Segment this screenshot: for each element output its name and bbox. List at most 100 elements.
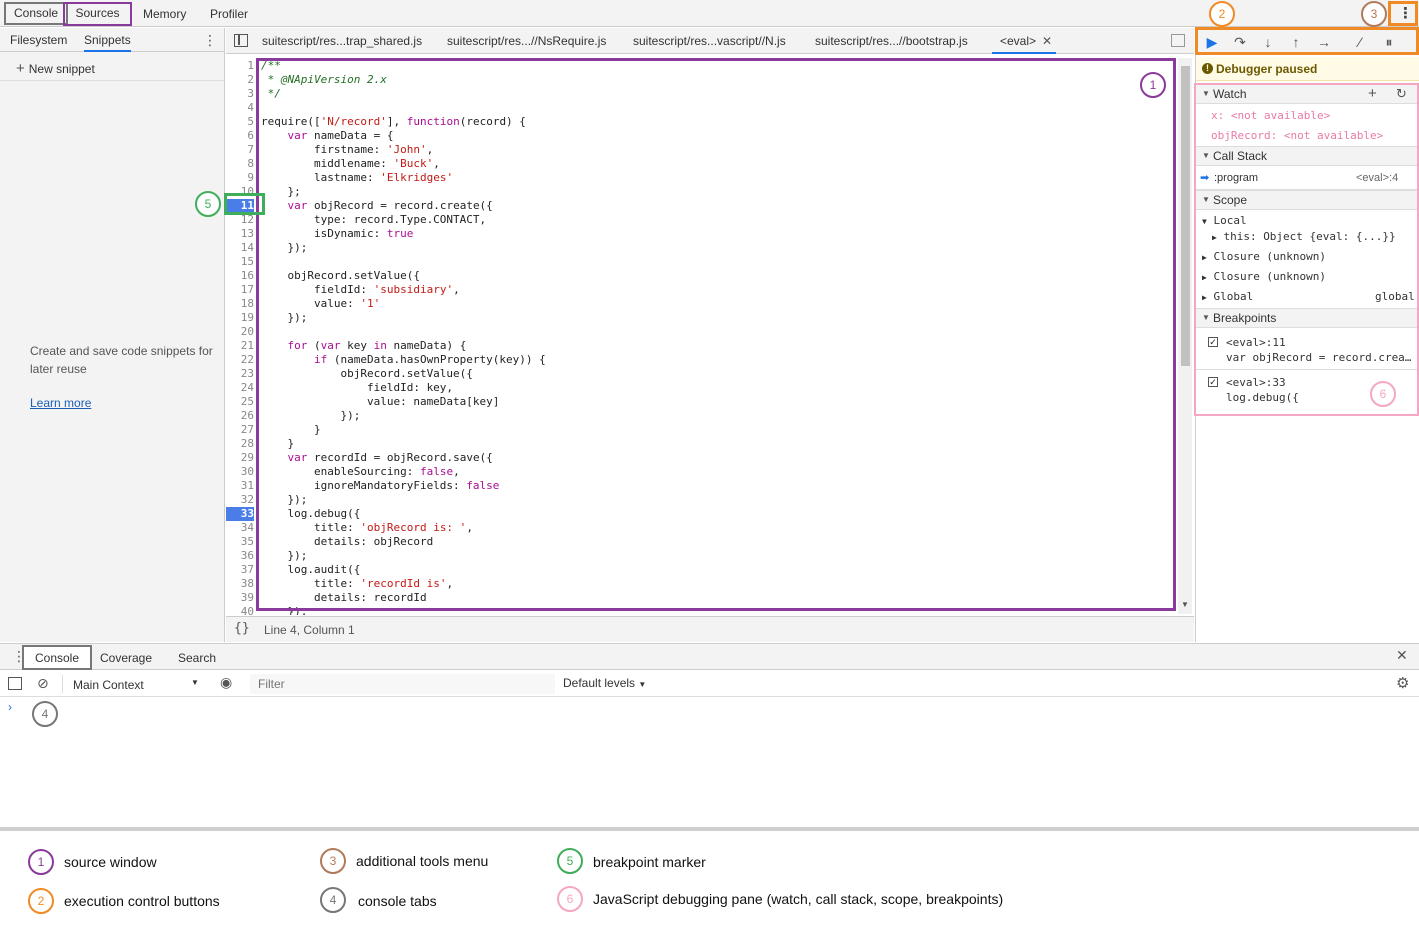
scope-global[interactable]: ▶ Global (1202, 290, 1253, 303)
line-number[interactable]: 1 (226, 59, 254, 73)
line-number[interactable]: 4 (226, 101, 254, 115)
editor-scroll-thumb[interactable] (1181, 66, 1190, 366)
refresh-icon[interactable]: ↻ (1396, 85, 1407, 103)
step-into-icon[interactable]: ↓ (1258, 32, 1278, 52)
line-number[interactable]: 25 (226, 395, 254, 409)
line-number[interactable]: 29 (226, 451, 254, 465)
line-number[interactable]: 7 (226, 143, 254, 157)
line-number[interactable]: 37 (226, 563, 254, 577)
close-icon[interactable]: ✕ (1042, 34, 1052, 48)
tab-console[interactable]: Console (4, 2, 69, 25)
line-number[interactable]: 24 (226, 381, 254, 395)
line-number[interactable]: 40 (226, 605, 254, 615)
deactivate-breakpoints-icon[interactable]: ⁄ (1350, 32, 1370, 52)
editor-tab-nsrequire[interactable]: suitescript/res...//NsRequire.js (447, 28, 606, 54)
line-number[interactable]: 6 (226, 129, 254, 143)
log-levels-select[interactable]: Default levels ▼ (563, 676, 646, 690)
scroll-down-icon[interactable]: ▼ (1181, 600, 1189, 609)
line-number[interactable]: 32 (226, 493, 254, 507)
line-number[interactable]: 17 (226, 283, 254, 297)
line-number[interactable]: 28 (226, 437, 254, 451)
breakpoints-section-header[interactable]: ▼ Breakpoints (1196, 308, 1417, 328)
line-number[interactable]: 21 (226, 339, 254, 353)
line-number[interactable]: 34 (226, 521, 254, 535)
drawer-tab-console[interactable]: Console (22, 645, 92, 670)
drawer-tab-coverage[interactable]: Coverage (100, 648, 152, 668)
tab-memory[interactable]: Memory (135, 3, 194, 25)
editor-tab-n-js[interactable]: suitescript/res...vascript//N.js (633, 28, 786, 54)
line-number[interactable]: 39 (226, 591, 254, 605)
resume-icon[interactable]: ▶ (1202, 32, 1222, 52)
navigator-menu-icon[interactable]: ⋮ (203, 32, 217, 48)
scope-closure[interactable]: ▶ Closure (unknown) (1202, 270, 1326, 283)
eye-icon[interactable]: ◉ (220, 674, 232, 691)
breakpoint-marker[interactable]: 33 (226, 507, 254, 521)
breakpoint-location[interactable]: <eval>:33 (1226, 376, 1286, 389)
watch-item[interactable]: objRecord: <not available> (1211, 129, 1383, 142)
learn-more-link[interactable]: Learn more (30, 396, 91, 410)
editor-tab-eval[interactable]: <eval> ✕ (992, 28, 1056, 54)
new-snippet-button[interactable]: + New snippet (16, 60, 95, 77)
watch-item[interactable]: x: <not available> (1211, 109, 1330, 122)
code-line: }; (261, 185, 301, 198)
tab-sources[interactable]: Sources (63, 2, 132, 26)
scope-this[interactable]: ▶ this: Object {eval: {...}} (1212, 230, 1396, 243)
source-editor[interactable]: 1 2 3 4 5 6 7 8 9 10 11 12 13 14 15 16 17 18 19 20 21 22 23 24 2… (226, 55, 1194, 615)
more-tools-icon[interactable]: ⋮ (1398, 4, 1413, 22)
step-icon[interactable]: → (1314, 32, 1334, 52)
pretty-print-icon[interactable]: {} (234, 621, 250, 636)
pause-on-exceptions-icon[interactable]: ⏸ (1379, 32, 1399, 52)
toggle-debugger-icon[interactable] (1171, 34, 1185, 47)
scope-closure[interactable]: ▶ Closure (unknown) (1202, 250, 1326, 263)
drawer-tab-search[interactable]: Search (178, 648, 216, 668)
tab-snippets[interactable]: Snippets (84, 28, 131, 52)
show-sidebar-icon[interactable] (8, 677, 22, 690)
line-number[interactable]: 9 (226, 171, 254, 185)
scope-local[interactable]: ▼ Local (1202, 214, 1247, 227)
editor-tab-bootstrap[interactable]: suitescript/res...//bootstrap.js (815, 28, 968, 54)
line-number[interactable]: 22 (226, 353, 254, 367)
clear-console-icon[interactable]: ⊘ (37, 675, 49, 692)
line-number[interactable]: 5 (226, 115, 254, 129)
breakpoint-checkbox[interactable]: ✓ (1208, 337, 1218, 347)
line-number[interactable]: 26 (226, 409, 254, 423)
line-number[interactable]: 20 (226, 325, 254, 339)
add-watch-icon[interactable]: + (1368, 85, 1377, 103)
watch-section-header[interactable]: ▼ Watch + ↻ (1196, 84, 1417, 104)
line-number[interactable]: 23 (226, 367, 254, 381)
step-over-icon[interactable]: ↷ (1230, 32, 1250, 52)
line-number[interactable]: 30 (226, 465, 254, 479)
line-number[interactable]: 35 (226, 535, 254, 549)
line-number[interactable]: 36 (226, 549, 254, 563)
line-number[interactable]: 2 (226, 73, 254, 87)
line-number[interactable]: 16 (226, 269, 254, 283)
line-number[interactable]: 3 (226, 87, 254, 101)
gear-icon[interactable]: ⚙ (1396, 674, 1409, 692)
close-drawer-icon[interactable]: ✕ (1396, 647, 1408, 664)
line-number[interactable]: 8 (226, 157, 254, 171)
step-out-icon[interactable]: ↑ (1286, 32, 1306, 52)
callstack-section-header[interactable]: ▼ Call Stack (1196, 146, 1417, 166)
code-line: firstname: 'John', (261, 143, 434, 156)
editor-tab-trap-shared[interactable]: suitescript/res...trap_shared.js (262, 28, 422, 54)
scope-section-header[interactable]: ▼ Scope (1196, 190, 1417, 210)
line-gutter[interactable]: 1 2 3 4 5 6 7 8 9 10 11 12 13 14 15 16 17 18 19 20 21 22 23 24 2… (226, 55, 256, 615)
line-number[interactable]: 13 (226, 227, 254, 241)
callstack-frame[interactable]: ➡ :program <eval>:4 (1196, 168, 1417, 190)
tab-profiler[interactable]: Profiler (202, 3, 256, 25)
line-number[interactable]: 27 (226, 423, 254, 437)
toggle-navigator-icon[interactable] (234, 34, 248, 47)
line-number[interactable]: 12 (226, 213, 254, 227)
line-number[interactable]: 18 (226, 297, 254, 311)
line-number[interactable]: 19 (226, 311, 254, 325)
context-select[interactable]: Main Context ▼ (62, 675, 202, 693)
breakpoint-checkbox[interactable]: ✓ (1208, 377, 1218, 387)
line-number[interactable]: 31 (226, 479, 254, 493)
breakpoint-location[interactable]: <eval>:11 (1226, 336, 1286, 349)
tab-filesystem[interactable]: Filesystem (10, 28, 67, 52)
line-number[interactable]: 15 (226, 255, 254, 269)
console-output[interactable]: › (0, 697, 1419, 827)
console-filter-input[interactable] (250, 674, 555, 694)
line-number[interactable]: 14 (226, 241, 254, 255)
line-number[interactable]: 38 (226, 577, 254, 591)
